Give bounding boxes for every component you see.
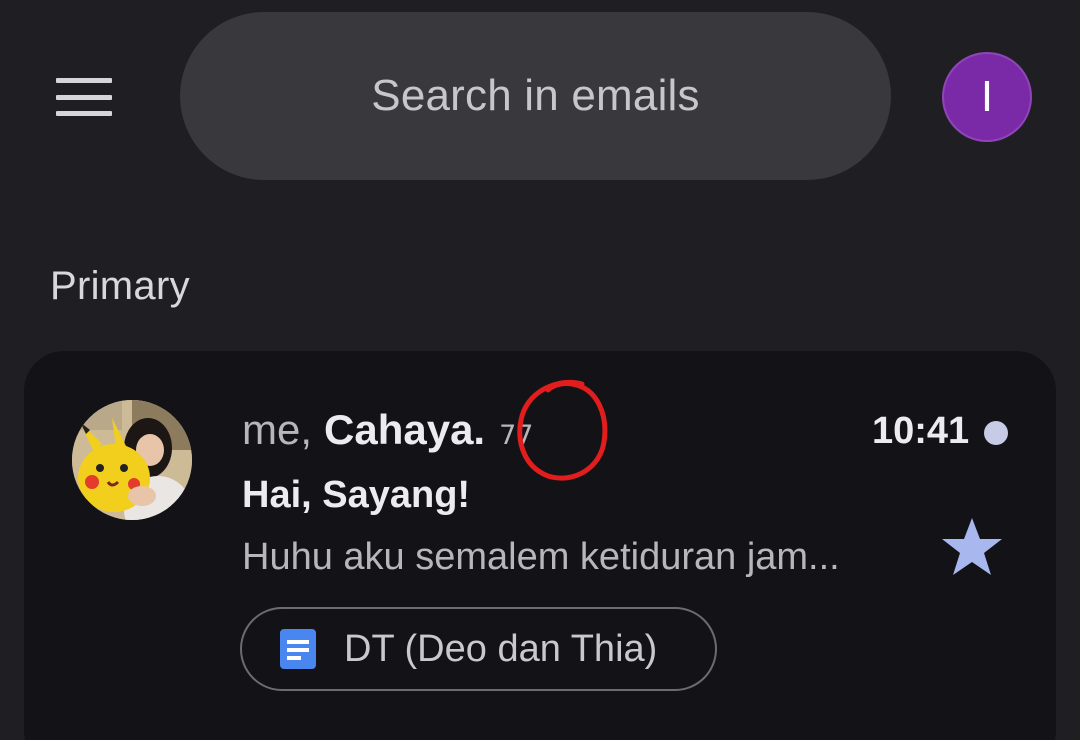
- menu-icon[interactable]: [56, 78, 112, 116]
- gmail-inbox-screen: Search in emails I Primary me, Cahaya. 7…: [0, 0, 1080, 740]
- account-avatar[interactable]: I: [942, 52, 1032, 142]
- search-bar[interactable]: Search in emails: [180, 12, 891, 180]
- sender-photo-icon: [72, 400, 192, 520]
- sender-avatar[interactable]: [72, 400, 192, 520]
- email-snippet: Huhu aku semalem ketiduran jam...: [242, 536, 840, 578]
- email-subject: Hai, Sayang!: [242, 474, 471, 516]
- google-docs-icon: [280, 629, 316, 669]
- attachment-chip[interactable]: DT (Deo dan Thia): [240, 607, 717, 691]
- sender-line: me, Cahaya. 77: [242, 406, 533, 458]
- inbox-category-label: Primary: [50, 264, 190, 308]
- email-time: 10:41: [872, 410, 970, 452]
- star-icon[interactable]: [940, 516, 1004, 578]
- unread-indicator: [984, 421, 1008, 445]
- sender-name: Cahaya.: [324, 406, 486, 453]
- sender-me: me,: [242, 406, 313, 453]
- attachment-label: DT (Deo dan Thia): [344, 627, 658, 670]
- red-annotation-circle: [517, 379, 608, 481]
- search-placeholder: Search in emails: [371, 71, 700, 120]
